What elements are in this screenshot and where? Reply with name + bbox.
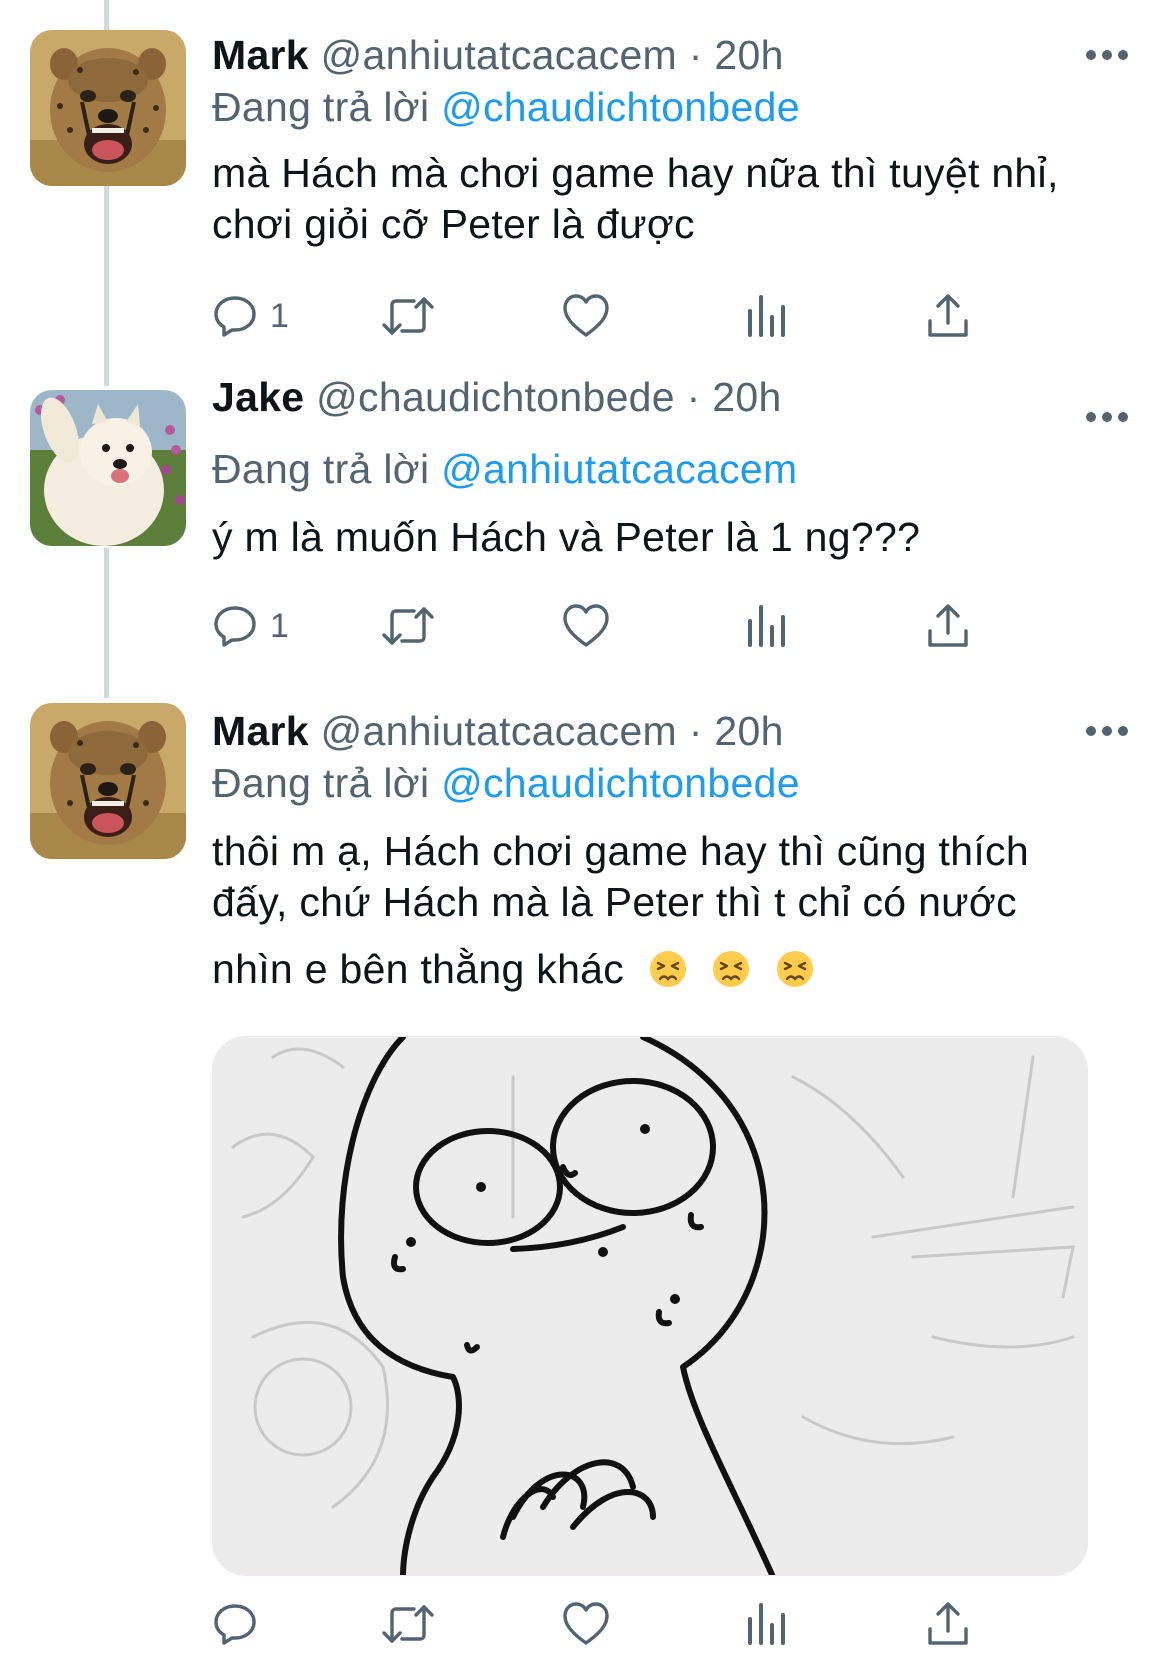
reply-prefix: Đang trả lời xyxy=(212,84,430,130)
tweet-header: Jake @chaudichtonbede · 20h xyxy=(212,374,782,421)
mention-link[interactable]: @chaudichtonbede xyxy=(441,84,800,130)
samoyed-dog-avatar-icon xyxy=(30,390,186,546)
mention-link[interactable]: @anhiutatcacacem xyxy=(441,446,797,492)
retweet-button[interactable] xyxy=(380,1594,436,1654)
avatar[interactable] xyxy=(30,703,186,859)
analytics-icon xyxy=(748,1603,785,1645)
persevering-face-emoji-icon xyxy=(777,951,814,987)
reply-icon xyxy=(214,606,256,647)
reply-button[interactable] xyxy=(212,1594,270,1654)
sketch-cartoon-image-icon xyxy=(213,1037,1087,1575)
tweet-text: mà Hách mà chơi game hay nữa thì tuyệt n… xyxy=(212,148,1059,250)
avatar[interactable] xyxy=(30,30,186,186)
retweet-icon xyxy=(382,607,434,645)
timestamp[interactable]: 20h xyxy=(714,32,783,78)
retweet-button[interactable] xyxy=(380,286,436,346)
separator: · xyxy=(688,708,703,754)
heart-icon xyxy=(563,294,609,337)
display-name[interactable]: Mark xyxy=(212,708,309,754)
reply-icon xyxy=(214,296,256,337)
more-options-icon[interactable] xyxy=(1086,724,1128,738)
replying-to: Đang trả lời @chaudichtonbede xyxy=(212,84,800,131)
share-button[interactable] xyxy=(926,1594,970,1654)
tweet[interactable]: Mark @anhiutatcacacem · 20h Đang trả lời… xyxy=(0,0,1170,380)
tweet-header: Mark @anhiutatcacacem · 20h xyxy=(212,708,784,755)
tweet-actions xyxy=(212,1594,1032,1654)
tweet-text-segment: nhìn e bên thằng khác xyxy=(212,946,625,992)
persevering-face-emoji-icon xyxy=(649,951,686,987)
timestamp[interactable]: 20h xyxy=(714,708,783,754)
like-button[interactable] xyxy=(562,596,610,656)
heart-icon xyxy=(563,604,609,647)
tweet-actions: 1 xyxy=(212,286,1032,346)
replying-to: Đang trả lời @anhiutatcacacem xyxy=(212,446,797,493)
separator: · xyxy=(686,374,701,420)
tweet-media-image[interactable] xyxy=(212,1036,1088,1576)
analytics-icon xyxy=(748,605,785,647)
retweet-button[interactable] xyxy=(380,596,436,656)
cheetah-cub-avatar-icon xyxy=(30,703,186,859)
reply-count: 1 xyxy=(270,296,289,335)
tweet-text-line: mà Hách mà chơi game hay nữa thì tuyệt n… xyxy=(212,150,1059,196)
more-options-icon[interactable] xyxy=(1086,410,1128,424)
retweet-icon xyxy=(382,297,434,335)
timestamp[interactable]: 20h xyxy=(712,374,781,420)
reply-count: 1 xyxy=(270,606,289,645)
user-handle[interactable]: @anhiutatcacacem xyxy=(321,32,677,78)
user-handle[interactable]: @anhiutatcacacem xyxy=(321,708,677,754)
replying-to: Đang trả lời @chaudichtonbede xyxy=(212,760,800,807)
analytics-button[interactable] xyxy=(746,1594,786,1654)
cheetah-cub-avatar-icon xyxy=(30,30,186,186)
tweet-text: thôi m ạ, Hách chơi game hay thì cũng th… xyxy=(212,826,1029,995)
display-name[interactable]: Mark xyxy=(212,32,309,78)
share-icon xyxy=(928,294,968,337)
analytics-button[interactable] xyxy=(746,596,786,656)
tweet-header: Mark @anhiutatcacacem · 20h xyxy=(212,32,784,79)
tweet-text-line-with-emoji: nhìn e bên thằng khác xyxy=(212,944,1029,995)
user-handle[interactable]: @chaudichtonbede xyxy=(316,374,675,420)
thread-connector xyxy=(104,548,109,698)
reply-button[interactable]: 1 xyxy=(212,286,289,346)
share-icon xyxy=(928,1602,968,1645)
share-icon xyxy=(928,604,968,647)
like-button[interactable] xyxy=(562,286,610,346)
reply-icon xyxy=(214,1604,256,1645)
share-button[interactable] xyxy=(926,286,970,346)
reply-prefix: Đang trả lời xyxy=(212,760,430,806)
heart-icon xyxy=(563,1602,609,1645)
like-button[interactable] xyxy=(562,1594,610,1654)
display-name[interactable]: Jake xyxy=(212,374,304,420)
reply-prefix: Đang trả lời xyxy=(212,446,430,492)
more-options-icon[interactable] xyxy=(1086,48,1128,62)
analytics-button[interactable] xyxy=(746,286,786,346)
tweet-text-line: thôi m ạ, Hách chơi game hay thì cũng th… xyxy=(212,828,1029,874)
mention-link[interactable]: @chaudichtonbede xyxy=(441,760,800,806)
tweet-text-line: đấy, chứ Hách mà là Peter thì t chỉ có n… xyxy=(212,879,1017,925)
separator: · xyxy=(688,32,703,78)
tweet-actions: 1 xyxy=(212,596,1032,656)
tweet-text: ý m là muốn Hách và Peter là 1 ng??? xyxy=(212,512,920,563)
tweet-text-line: chơi giỏi cỡ Peter là được xyxy=(212,201,695,247)
persevering-face-emoji-icon xyxy=(713,951,750,987)
retweet-icon xyxy=(382,1605,434,1643)
reply-button[interactable]: 1 xyxy=(212,596,289,656)
avatar[interactable] xyxy=(30,390,186,546)
tweet-text-line: ý m là muốn Hách và Peter là 1 ng??? xyxy=(212,514,921,560)
analytics-icon xyxy=(748,295,785,337)
share-button[interactable] xyxy=(926,596,970,656)
